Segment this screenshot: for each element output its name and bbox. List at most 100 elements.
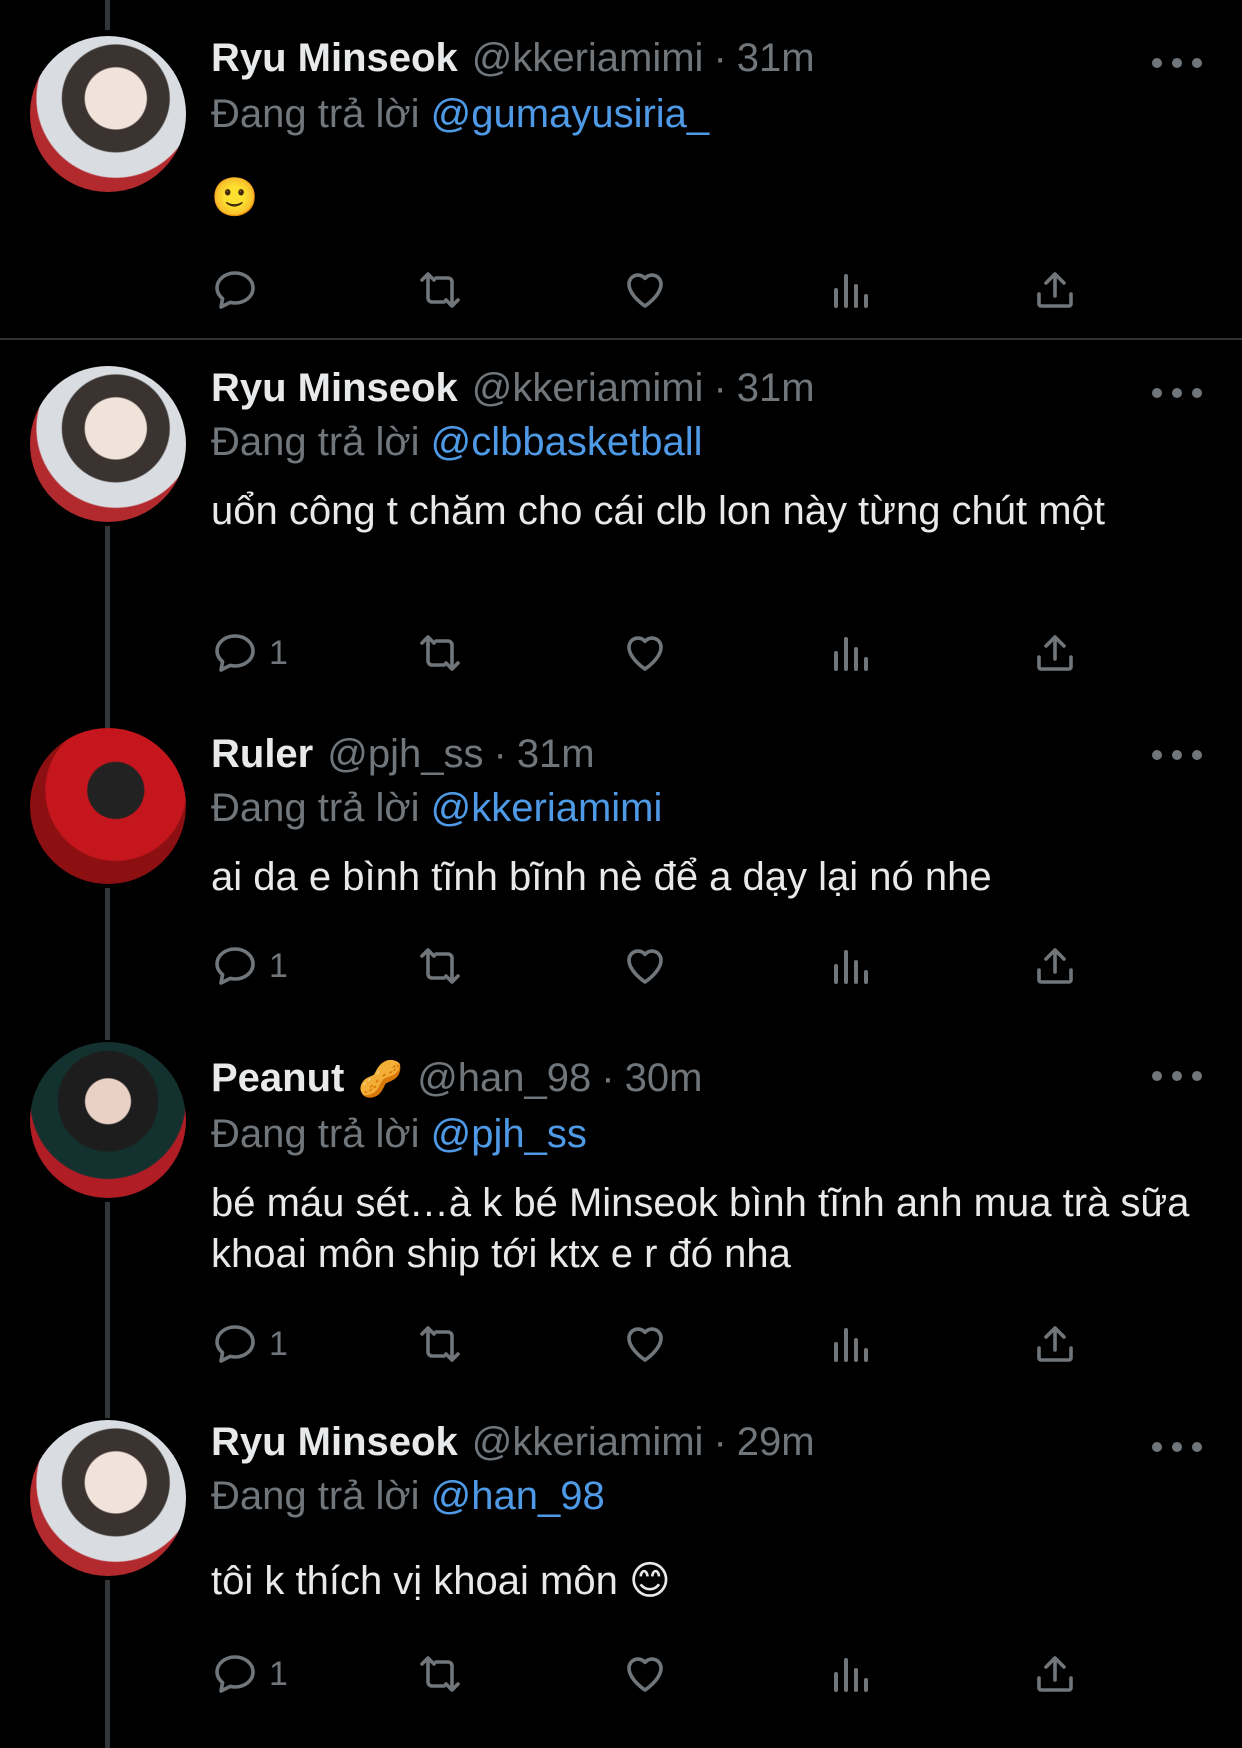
avatar[interactable] (30, 366, 186, 522)
tweet[interactable]: Ruler @pjh_ss · 31m Đang trả lời @kkeria… (0, 706, 1242, 1040)
share-icon (1037, 1656, 1073, 1692)
reply-count: 1 (269, 1324, 288, 1363)
tweet[interactable]: Peanut 🥜 @han_98 · 30m Đang trả lời @pjh… (0, 1042, 1242, 1418)
avatar[interactable] (30, 728, 186, 884)
more-options-icon[interactable] (1152, 53, 1202, 73)
tweet-actions: 1 (211, 627, 1111, 679)
share-button[interactable] (1031, 1648, 1079, 1700)
share-icon (1037, 635, 1073, 671)
tweet[interactable]: Ryu Minseok @kkeriamimi · 31m Đang trả l… (0, 0, 1242, 338)
separator: · (713, 36, 727, 80)
user-handle[interactable]: @kkeriamimi (472, 366, 704, 411)
heart-icon (627, 949, 663, 984)
timestamp[interactable]: 31m (737, 366, 815, 411)
mention-link[interactable]: @han_98 (431, 1474, 605, 1518)
avatar[interactable] (30, 1420, 186, 1576)
tweet-text: 🙂 (211, 177, 259, 219)
display-name[interactable]: Ryu Minseok (211, 366, 458, 411)
share-button[interactable] (1031, 264, 1079, 316)
user-handle[interactable]: @kkeriamimi (472, 1420, 704, 1465)
like-button[interactable] (621, 627, 669, 679)
separator: · (713, 366, 727, 410)
share-icon (1037, 948, 1073, 984)
analytics-icon (834, 1328, 868, 1362)
mention-link[interactable]: @gumayusiria_ (431, 92, 710, 136)
timestamp[interactable]: 30m (625, 1056, 703, 1101)
avatar[interactable] (30, 36, 186, 192)
avatar[interactable] (30, 1042, 186, 1198)
tweet[interactable]: Ryu Minseok @kkeriamimi · 29m Đang trả l… (0, 1420, 1242, 1748)
heart-icon (627, 273, 663, 308)
thread-line (105, 526, 110, 706)
mention-link[interactable]: @pjh_ss (431, 1112, 587, 1156)
replying-to: Đang trả lời @pjh_ss (211, 1112, 587, 1157)
retweet-button[interactable] (416, 1318, 464, 1370)
replying-to: Đang trả lời @gumayusiria_ (211, 92, 709, 137)
like-button[interactable] (621, 940, 669, 992)
tweet-actions: 1 (211, 1648, 1111, 1700)
tweet-header: Ryu Minseok @kkeriamimi · 31m (211, 366, 815, 422)
display-name[interactable]: Ryu Minseok (211, 36, 458, 81)
like-button[interactable] (621, 264, 669, 316)
display-name[interactable]: Ryu Minseok (211, 1420, 458, 1465)
analytics-icon (834, 1658, 868, 1692)
separator: · (493, 732, 507, 776)
user-handle[interactable]: @han_98 (417, 1056, 591, 1101)
more-options-icon[interactable] (1152, 1437, 1202, 1457)
timestamp[interactable]: 31m (737, 36, 815, 81)
retweet-icon (420, 1656, 460, 1692)
retweet-icon (420, 272, 460, 308)
retweet-icon (420, 948, 460, 984)
retweet-button[interactable] (416, 1648, 464, 1700)
mention-link[interactable]: @kkeriamimi (431, 786, 663, 830)
more-options-icon[interactable] (1152, 383, 1202, 403)
timestamp[interactable]: 31m (517, 732, 595, 777)
reply-icon (215, 634, 255, 672)
reply-prefix: Đang trả lời (211, 1112, 420, 1156)
display-name[interactable]: Peanut (211, 1056, 344, 1101)
timestamp[interactable]: 29m (737, 1420, 815, 1465)
reply-button[interactable]: 1 (211, 627, 288, 679)
reply-button[interactable] (211, 264, 269, 316)
reply-prefix: Đang trả lời (211, 420, 420, 464)
retweet-button[interactable] (416, 264, 464, 316)
heart-icon (627, 636, 663, 671)
share-button[interactable] (1031, 940, 1079, 992)
views-button[interactable] (826, 1318, 874, 1370)
retweet-icon (420, 1326, 460, 1362)
more-options-icon[interactable] (1152, 745, 1202, 765)
divider (0, 338, 1242, 340)
reply-count: 1 (269, 633, 288, 672)
views-button[interactable] (826, 940, 874, 992)
reply-button[interactable]: 1 (211, 1318, 288, 1370)
reply-button[interactable]: 1 (211, 940, 288, 992)
reply-icon (215, 947, 255, 985)
reply-button[interactable]: 1 (211, 1648, 288, 1700)
reply-prefix: Đang trả lời (211, 92, 420, 136)
tweet[interactable]: Ryu Minseok @kkeriamimi · 31m Đang trả l… (0, 366, 1242, 706)
more-options-icon[interactable] (1152, 1066, 1202, 1086)
like-button[interactable] (621, 1318, 669, 1370)
views-button[interactable] (826, 264, 874, 316)
reply-count: 1 (269, 946, 288, 985)
like-button[interactable] (621, 1648, 669, 1700)
share-button[interactable] (1031, 627, 1079, 679)
separator: · (713, 1420, 727, 1464)
separator: · (601, 1056, 615, 1100)
replying-to: Đang trả lời @kkeriamimi (211, 786, 662, 831)
user-handle[interactable]: @kkeriamimi (472, 36, 704, 81)
display-name[interactable]: Ruler (211, 732, 313, 777)
views-button[interactable] (826, 627, 874, 679)
user-handle[interactable]: @pjh_ss (327, 732, 483, 777)
reply-prefix: Đang trả lời (211, 786, 420, 830)
thread-line (105, 0, 110, 30)
views-button[interactable] (826, 1648, 874, 1700)
tweet-text: uổn công t chăm cho cái clb lon này từng… (211, 489, 1105, 533)
share-button[interactable] (1031, 1318, 1079, 1370)
tweet-header: Ryu Minseok @kkeriamimi · 31m (211, 36, 815, 92)
analytics-icon (834, 274, 868, 308)
retweet-button[interactable] (416, 940, 464, 992)
retweet-button[interactable] (416, 627, 464, 679)
mention-link[interactable]: @clbbasketball (431, 420, 703, 464)
retweet-icon (420, 635, 460, 671)
